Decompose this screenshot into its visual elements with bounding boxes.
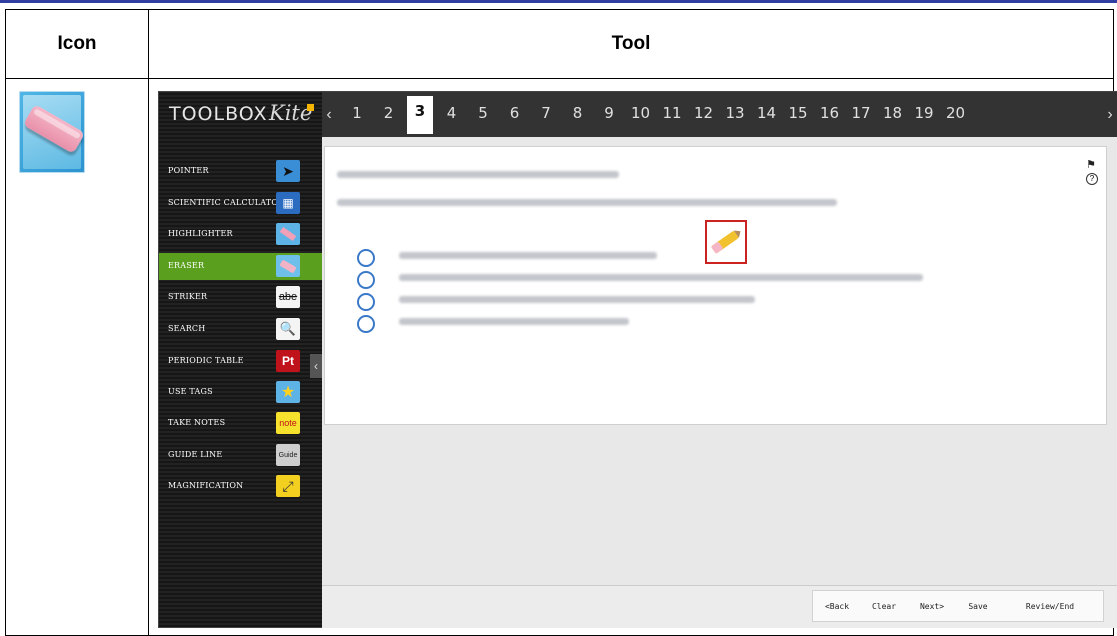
- magnification-icon: ⤢: [276, 475, 300, 497]
- tool-icon-text: abe: [278, 291, 298, 303]
- blurred-answer-b: [399, 274, 923, 281]
- tool-magnification[interactable]: MAGNIFICATION ⤢: [159, 473, 322, 500]
- icon-column-header: Icon: [5, 9, 149, 79]
- toolbox-title: TOOLBOX: [169, 103, 268, 125]
- search-icon: 🔍: [276, 318, 300, 340]
- question-area: ⚑ ? <Back Clear Next> Save Review/End: [322, 137, 1117, 628]
- question-tab-5[interactable]: 5: [470, 100, 496, 126]
- question-tab-18[interactable]: 18: [880, 100, 906, 126]
- tool-label: SCIENTIFIC CALCULATOR: [168, 198, 285, 207]
- tool-pointer[interactable]: POINTER ➤: [159, 158, 322, 185]
- calculator-icon: ▦: [276, 192, 300, 214]
- collapse-sidebar-button[interactable]: ‹: [310, 354, 322, 378]
- tool-icon-text: Pt: [282, 354, 294, 368]
- question-tab-10[interactable]: 10: [628, 100, 654, 126]
- question-tab-15[interactable]: 15: [785, 100, 811, 126]
- tool-column-header: Tool: [148, 9, 1114, 79]
- question-tab-3[interactable]: 3: [407, 96, 433, 134]
- question-tab-20[interactable]: 20: [943, 100, 969, 126]
- question-tab-13[interactable]: 13: [722, 100, 748, 126]
- blurred-answer-d: [399, 318, 629, 325]
- question-tab-16[interactable]: 16: [817, 100, 843, 126]
- tool-label: USE TAGS: [168, 387, 213, 396]
- next-button[interactable]: Next>: [912, 597, 952, 617]
- tool-search[interactable]: SEARCH 🔍: [159, 316, 322, 343]
- tool-icon-text: note: [279, 418, 297, 428]
- tool-label: SEARCH: [168, 324, 206, 333]
- question-nav-bar: ‹ 1 2 3 4 5 6 7 8 9 10 11 12 13 14 15 16 17 18 19 20 ›: [322, 92, 1117, 137]
- question-tab-12[interactable]: 12: [691, 100, 717, 126]
- review-end-button[interactable]: Review/End: [1010, 597, 1090, 617]
- tool-periodic-table[interactable]: PERIODIC TABLE Pt: [159, 348, 322, 375]
- tool-label: MAGNIFICATION: [168, 481, 244, 490]
- tool-highlighter[interactable]: HIGHLIGHTER: [159, 221, 322, 248]
- prev-questions-arrow[interactable]: ‹: [322, 92, 336, 137]
- kite-logo-mark: [307, 104, 314, 111]
- question-tab-6[interactable]: 6: [502, 100, 528, 126]
- eraser-cursor-highlight: [705, 220, 747, 264]
- blurred-passage-text: [337, 171, 619, 178]
- note-icon: note: [276, 412, 300, 434]
- question-panel: ⚑ ?: [324, 146, 1107, 425]
- blurred-answer-a: [399, 252, 657, 259]
- tool-label: HIGHLIGHTER: [168, 229, 233, 238]
- blurred-question-stem: [337, 199, 837, 206]
- tool-use-tags[interactable]: USE TAGS ★: [159, 379, 322, 406]
- footer-bar: <Back Clear Next> Save Review/End: [322, 585, 1117, 628]
- question-tab-8[interactable]: 8: [565, 100, 591, 126]
- pointer-icon: ➤: [276, 160, 300, 182]
- tool-label: GUIDE LINE: [168, 450, 223, 459]
- striker-icon: abe: [276, 286, 300, 308]
- guide-icon: Guide: [276, 444, 300, 466]
- tool-label: PERIODIC TABLE: [168, 356, 244, 365]
- tool-label: TAKE NOTES: [168, 418, 226, 427]
- save-button[interactable]: Save: [958, 597, 998, 617]
- kite-logo: Kite: [269, 101, 313, 125]
- question-tab-2[interactable]: 2: [376, 100, 402, 126]
- question-tab-17[interactable]: 17: [848, 100, 874, 126]
- periodic-table-icon: Pt: [276, 350, 300, 372]
- eraser-icon: [19, 91, 85, 173]
- answer-radio-d[interactable]: [357, 315, 375, 333]
- clear-button[interactable]: Clear: [864, 597, 904, 617]
- tool-label: STRIKER: [168, 292, 208, 301]
- top-rule: [0, 0, 1117, 3]
- eraser-icon: [276, 255, 300, 277]
- highlighter-icon: [276, 223, 300, 245]
- toolbox-header: TOOLBOX Kite: [159, 92, 322, 137]
- back-button[interactable]: <Back: [816, 597, 858, 617]
- tool-eraser[interactable]: ERASER: [159, 253, 322, 280]
- answer-radio-b[interactable]: [357, 271, 375, 289]
- next-questions-arrow[interactable]: ›: [1103, 92, 1117, 137]
- tool-scientific-calculator[interactable]: SCIENTIFIC CALCULATOR ▦: [159, 190, 322, 217]
- toolbox-sidebar: TOOLBOX Kite POINTER ➤ SCIENTIFIC CALCULAT…: [159, 92, 322, 627]
- eraser-cursor-icon: [711, 230, 741, 254]
- tool-striker[interactable]: STRIKER abe: [159, 284, 322, 311]
- kite-screenshot: TOOLBOX Kite POINTER ➤ SCIENTIFIC CALCULAT…: [158, 91, 1117, 628]
- question-tab-9[interactable]: 9: [596, 100, 622, 126]
- question-tab-1[interactable]: 1: [344, 100, 370, 126]
- tool-guide-line[interactable]: GUIDE LINE Guide: [159, 442, 322, 469]
- help-icon[interactable]: ?: [1086, 173, 1098, 185]
- tool-icon-text: Guide: [278, 451, 298, 459]
- blurred-answer-c: [399, 296, 755, 303]
- answer-radio-c[interactable]: [357, 293, 375, 311]
- question-tab-19[interactable]: 19: [911, 100, 937, 126]
- question-tab-14[interactable]: 14: [754, 100, 780, 126]
- tool-take-notes[interactable]: TAKE NOTES note: [159, 410, 322, 437]
- tool-label: POINTER: [168, 166, 209, 175]
- question-tab-11[interactable]: 11: [659, 100, 685, 126]
- answer-radio-a[interactable]: [357, 249, 375, 267]
- icon-cell: [5, 78, 149, 636]
- tool-label: ERASER: [168, 261, 205, 270]
- flag-icon[interactable]: ⚑: [1086, 158, 1096, 171]
- star-icon: ★: [276, 381, 300, 403]
- question-tab-7[interactable]: 7: [533, 100, 559, 126]
- question-tab-4[interactable]: 4: [439, 100, 465, 126]
